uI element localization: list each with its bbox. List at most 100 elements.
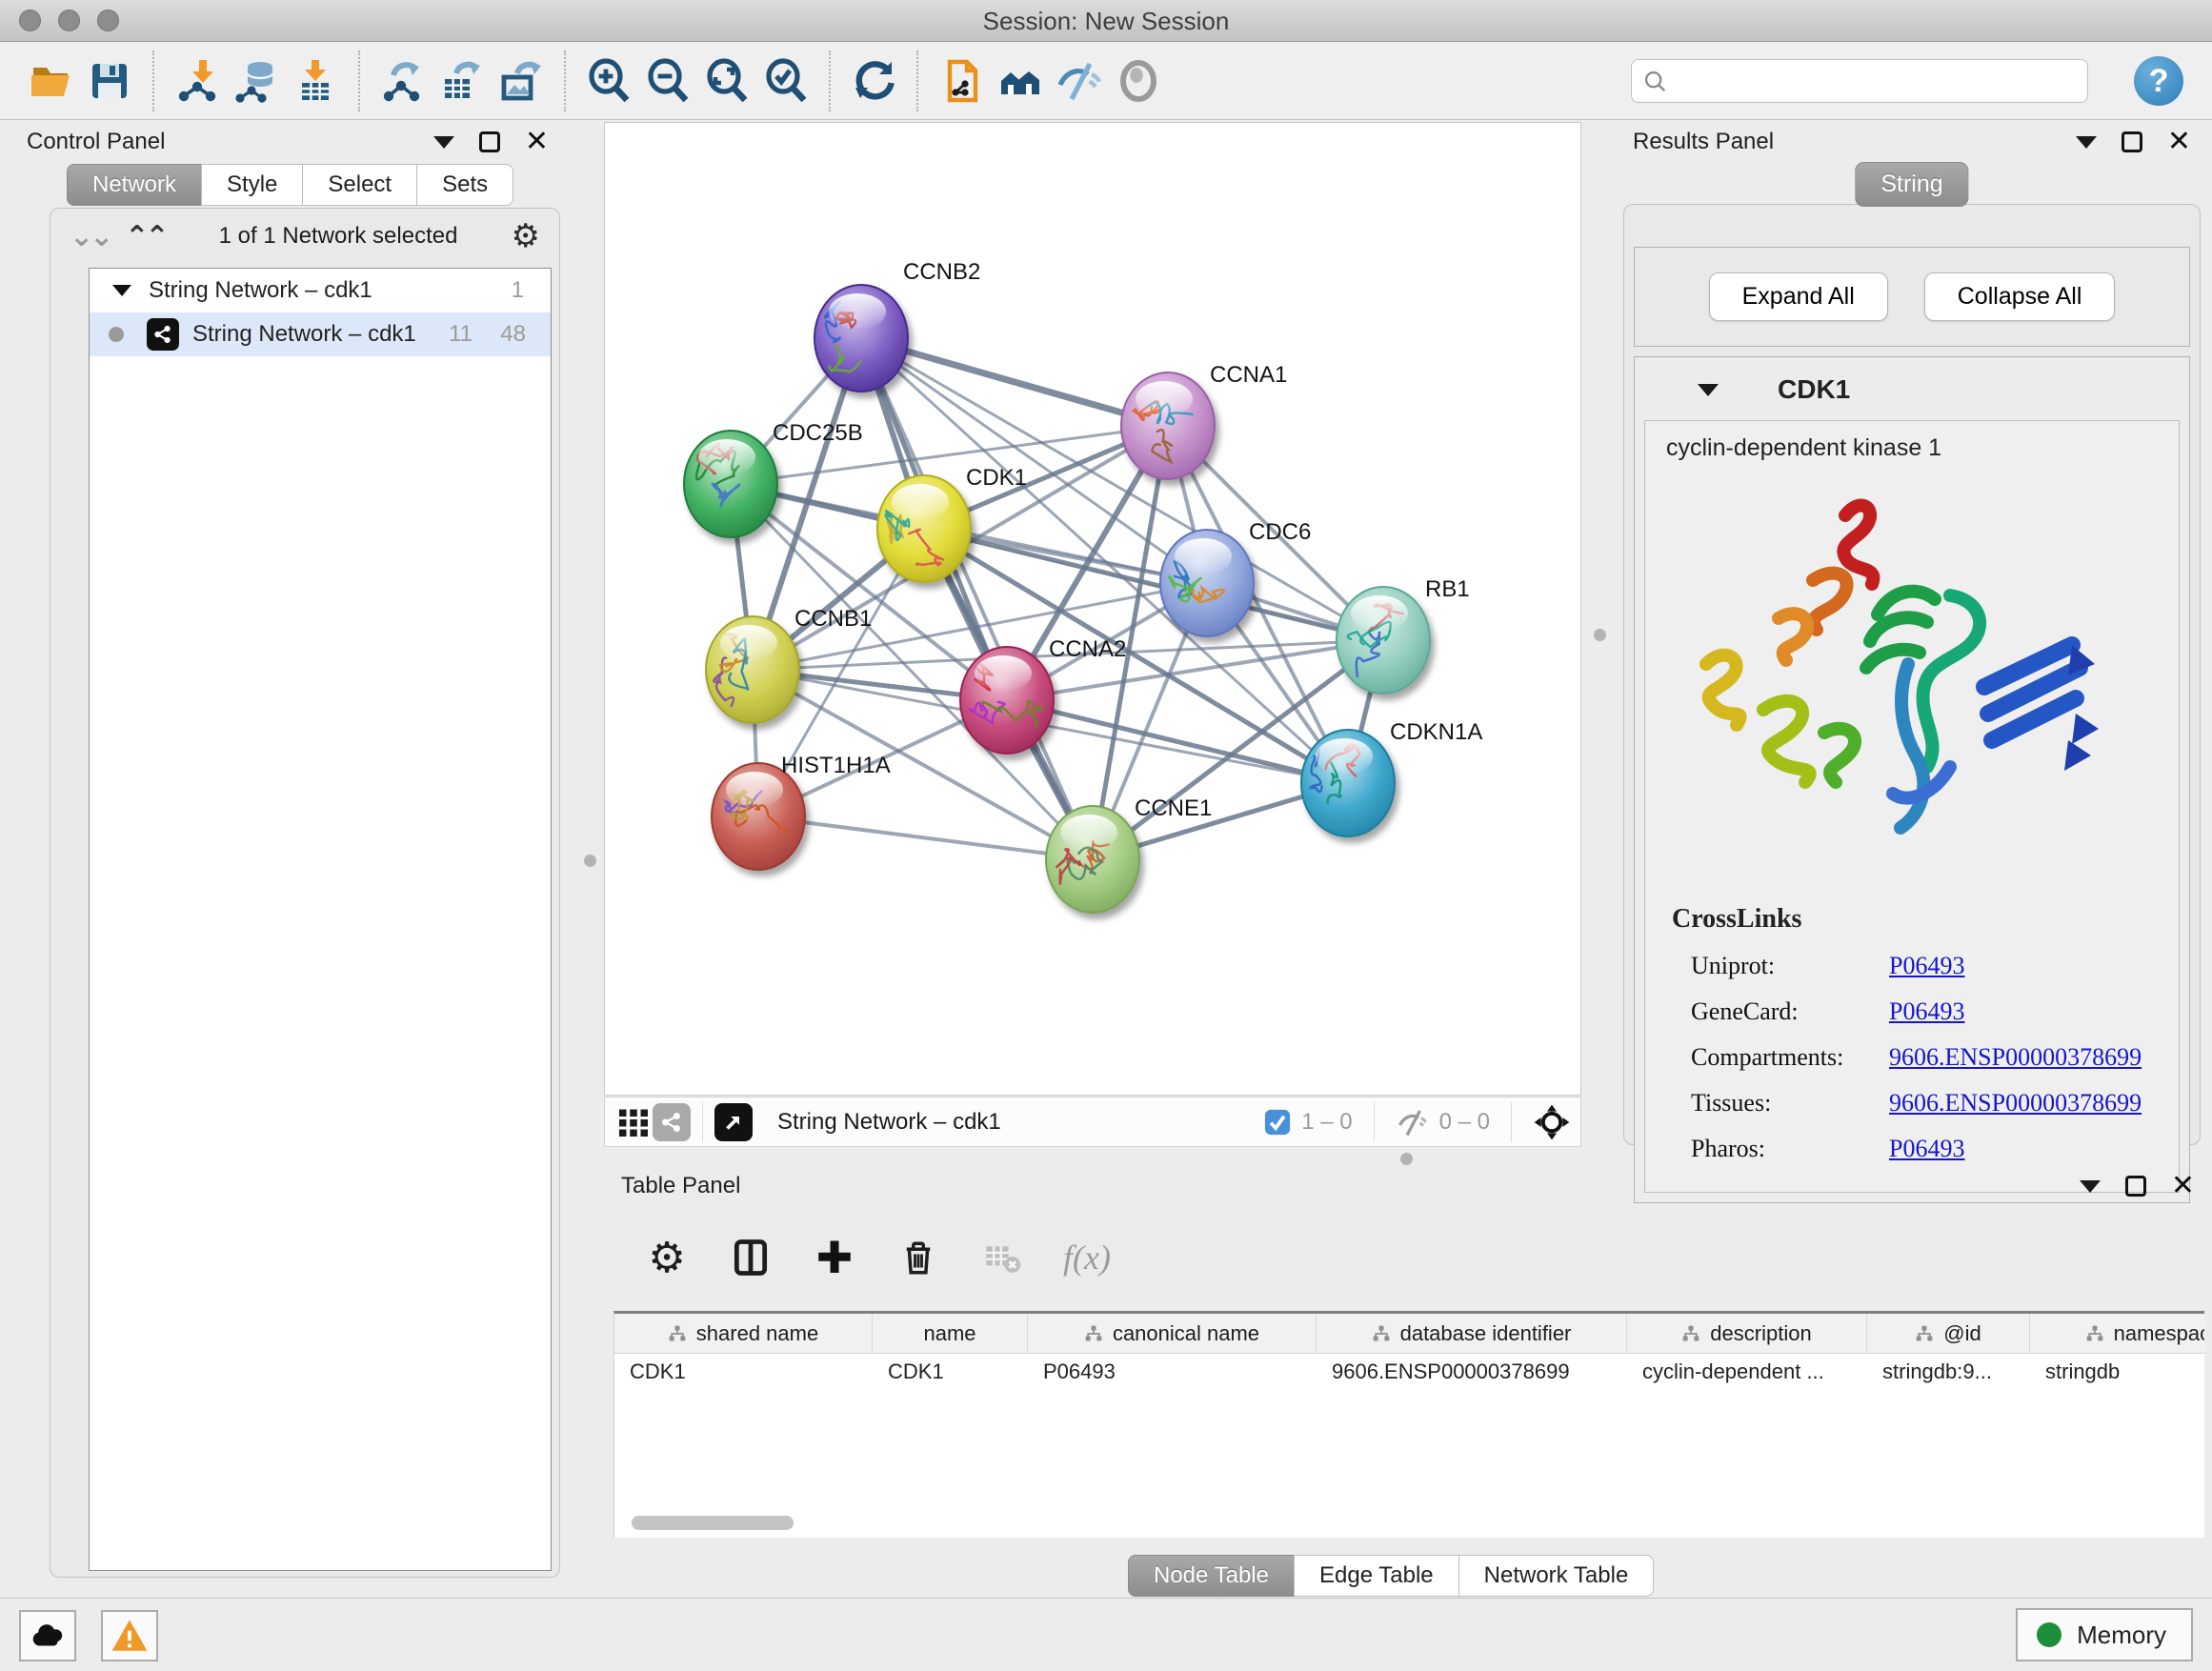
crosslink-link[interactable]: P06493 bbox=[1889, 1135, 1964, 1163]
search-input[interactable] bbox=[1631, 59, 2088, 103]
export-table-button[interactable] bbox=[432, 51, 492, 111]
tab-style[interactable]: Style bbox=[201, 164, 303, 206]
open-folder-button[interactable] bbox=[21, 51, 80, 111]
network-edge[interactable] bbox=[758, 816, 1093, 859]
bottom-splitter-handle[interactable] bbox=[1400, 1153, 1413, 1165]
table-cell[interactable]: CDK1 bbox=[614, 1354, 873, 1392]
crosslinks-section: CrossLinks Uniprot:P06493GeneCard:P06493… bbox=[1672, 904, 2179, 1163]
fit-content-crosshair-icon[interactable] bbox=[1533, 1103, 1571, 1141]
export-network-button[interactable] bbox=[373, 51, 432, 111]
birdseye-toggle-icon[interactable] bbox=[653, 1103, 691, 1141]
grid-view-icon[interactable] bbox=[614, 1103, 653, 1141]
tab-select[interactable]: Select bbox=[302, 164, 417, 206]
save-button[interactable] bbox=[80, 51, 139, 111]
results-menu-icon[interactable] bbox=[2076, 136, 2097, 149]
cloud-tasks-button[interactable] bbox=[19, 1610, 76, 1661]
memory-label: Memory bbox=[2077, 1621, 2166, 1650]
tab-edge-table[interactable]: Edge Table bbox=[1294, 1555, 1459, 1597]
column-header-database-identifier[interactable]: database identifier bbox=[1317, 1314, 1627, 1353]
table-cell[interactable]: stringdb bbox=[2030, 1354, 2204, 1392]
network-node-CCNE1[interactable]: CCNE1 bbox=[1046, 795, 1212, 913]
delete-table-icon[interactable] bbox=[979, 1235, 1025, 1280]
zoom-out-button[interactable] bbox=[638, 51, 697, 111]
table-row[interactable]: CDK1CDK1P064939606.ENSP00000378699cyclin… bbox=[614, 1354, 2204, 1392]
results-close-icon[interactable]: ✕ bbox=[2167, 131, 2191, 152]
memory-button[interactable]: Memory bbox=[2016, 1608, 2193, 1661]
tab-sets[interactable]: Sets bbox=[416, 164, 513, 206]
show-eye-button[interactable] bbox=[1109, 51, 1168, 111]
open-in-window-icon[interactable] bbox=[714, 1103, 753, 1141]
close-window-button[interactable] bbox=[19, 10, 41, 31]
show-columns-icon[interactable] bbox=[728, 1235, 774, 1280]
current-network-name: String Network – cdk1 bbox=[777, 1109, 1001, 1136]
zoom-window-button[interactable] bbox=[97, 10, 119, 31]
right-splitter-handle[interactable] bbox=[1594, 629, 1606, 641]
import-table-button[interactable] bbox=[286, 51, 345, 111]
column-header-namespace[interactable]: namespace bbox=[2030, 1314, 2204, 1353]
table-cell[interactable]: CDK1 bbox=[873, 1354, 1028, 1392]
network-options-gear-icon[interactable]: ⚙ bbox=[512, 217, 540, 255]
import-network-button[interactable] bbox=[168, 51, 227, 111]
column-header-shared-name[interactable]: shared name bbox=[614, 1314, 873, 1353]
network-node-HIST1H1A[interactable]: HIST1H1A bbox=[712, 753, 891, 870]
collapse-all-networks-icon[interactable]: ⌃⌃ bbox=[125, 220, 165, 253]
help-button[interactable]: ? bbox=[2134, 56, 2183, 106]
table-cell[interactable]: 9606.ENSP00000378699 bbox=[1317, 1354, 1627, 1392]
hide-eye-button[interactable] bbox=[1050, 51, 1109, 111]
table-float-icon[interactable] bbox=[2125, 1176, 2146, 1197]
crosslink-link[interactable]: P06493 bbox=[1889, 952, 1964, 980]
import-database-button[interactable] bbox=[227, 51, 286, 111]
panel-menu-icon[interactable] bbox=[433, 136, 454, 149]
function-builder-icon[interactable]: f(x) bbox=[1063, 1238, 1111, 1278]
tab-network[interactable]: Network bbox=[67, 164, 202, 206]
crosslink-link[interactable]: 9606.ENSP00000378699 bbox=[1889, 1089, 2142, 1117]
network-node-CDKN1A[interactable]: CDKN1A bbox=[1301, 719, 1482, 836]
refresh-button[interactable] bbox=[844, 51, 903, 111]
collapse-gene-icon[interactable] bbox=[1698, 384, 1719, 396]
warnings-button[interactable] bbox=[101, 1610, 158, 1661]
table-cell[interactable]: P06493 bbox=[1028, 1354, 1317, 1392]
network-node-CCNB2[interactable]: CCNB2 bbox=[814, 259, 980, 392]
minimize-window-button[interactable] bbox=[58, 10, 80, 31]
crosslink-link[interactable]: P06493 bbox=[1889, 997, 1964, 1026]
network-node-RB1[interactable]: RB1 bbox=[1337, 576, 1470, 694]
zoom-in-button[interactable] bbox=[579, 51, 638, 111]
table-close-icon[interactable]: ✕ bbox=[2171, 1176, 2195, 1197]
collapse-collection-icon[interactable] bbox=[112, 285, 131, 296]
left-splitter-handle[interactable] bbox=[584, 855, 596, 867]
column-header-name[interactable]: name bbox=[873, 1314, 1028, 1353]
tab-network-table[interactable]: Network Table bbox=[1458, 1555, 1655, 1597]
table-cell[interactable]: cyclin-dependent ... bbox=[1627, 1354, 1867, 1392]
export-image-button[interactable] bbox=[492, 51, 551, 111]
network-collection-row[interactable]: String Network – cdk1 1 bbox=[90, 269, 551, 312]
collapse-all-button[interactable]: Collapse All bbox=[1924, 272, 2116, 321]
table-horizontal-scrollbar[interactable] bbox=[632, 1516, 794, 1530]
expand-all-networks-icon[interactable]: ⌄⌄ bbox=[70, 220, 110, 253]
tab-string[interactable]: String bbox=[1855, 162, 1968, 207]
crosslink-link[interactable]: 9606.ENSP00000378699 bbox=[1889, 1043, 2142, 1072]
table-cell[interactable]: stringdb:9... bbox=[1867, 1354, 2030, 1392]
home-network-button[interactable] bbox=[991, 51, 1050, 111]
gene-section-header[interactable]: CDK1 bbox=[1635, 357, 2189, 420]
table-settings-gear-icon[interactable]: ⚙ bbox=[644, 1235, 690, 1280]
column-header-description[interactable]: description bbox=[1627, 1314, 1867, 1353]
network-row[interactable]: String Network – cdk1 11 48 bbox=[90, 312, 551, 356]
save-icon bbox=[87, 58, 132, 104]
column-header--id[interactable]: @id bbox=[1867, 1314, 2030, 1353]
expand-all-button[interactable]: Expand All bbox=[1709, 272, 1888, 321]
add-column-icon[interactable]: ✚ bbox=[812, 1235, 857, 1280]
zoom-fit-button[interactable] bbox=[697, 51, 756, 111]
delete-column-trash-icon[interactable] bbox=[895, 1235, 941, 1280]
network-edge[interactable] bbox=[861, 338, 1093, 859]
column-header-canonical-name[interactable]: canonical name bbox=[1028, 1314, 1317, 1353]
tab-node-table[interactable]: Node Table bbox=[1128, 1555, 1295, 1597]
string-document-button[interactable] bbox=[932, 51, 991, 111]
results-float-icon[interactable] bbox=[2122, 131, 2142, 152]
network-canvas[interactable]: CCNB2CCNA1CDC25BCDK1CDC6RB1CCNB1CCNA2CDK… bbox=[604, 122, 1581, 1096]
panel-float-icon[interactable] bbox=[479, 131, 500, 152]
table-menu-icon[interactable] bbox=[2080, 1180, 2101, 1193]
zoom-selected-button[interactable] bbox=[756, 51, 815, 111]
selected-count-checkbox-icon[interactable] bbox=[1263, 1108, 1292, 1137]
node-label: HIST1H1A bbox=[781, 753, 891, 778]
panel-close-icon[interactable]: ✕ bbox=[525, 131, 549, 152]
